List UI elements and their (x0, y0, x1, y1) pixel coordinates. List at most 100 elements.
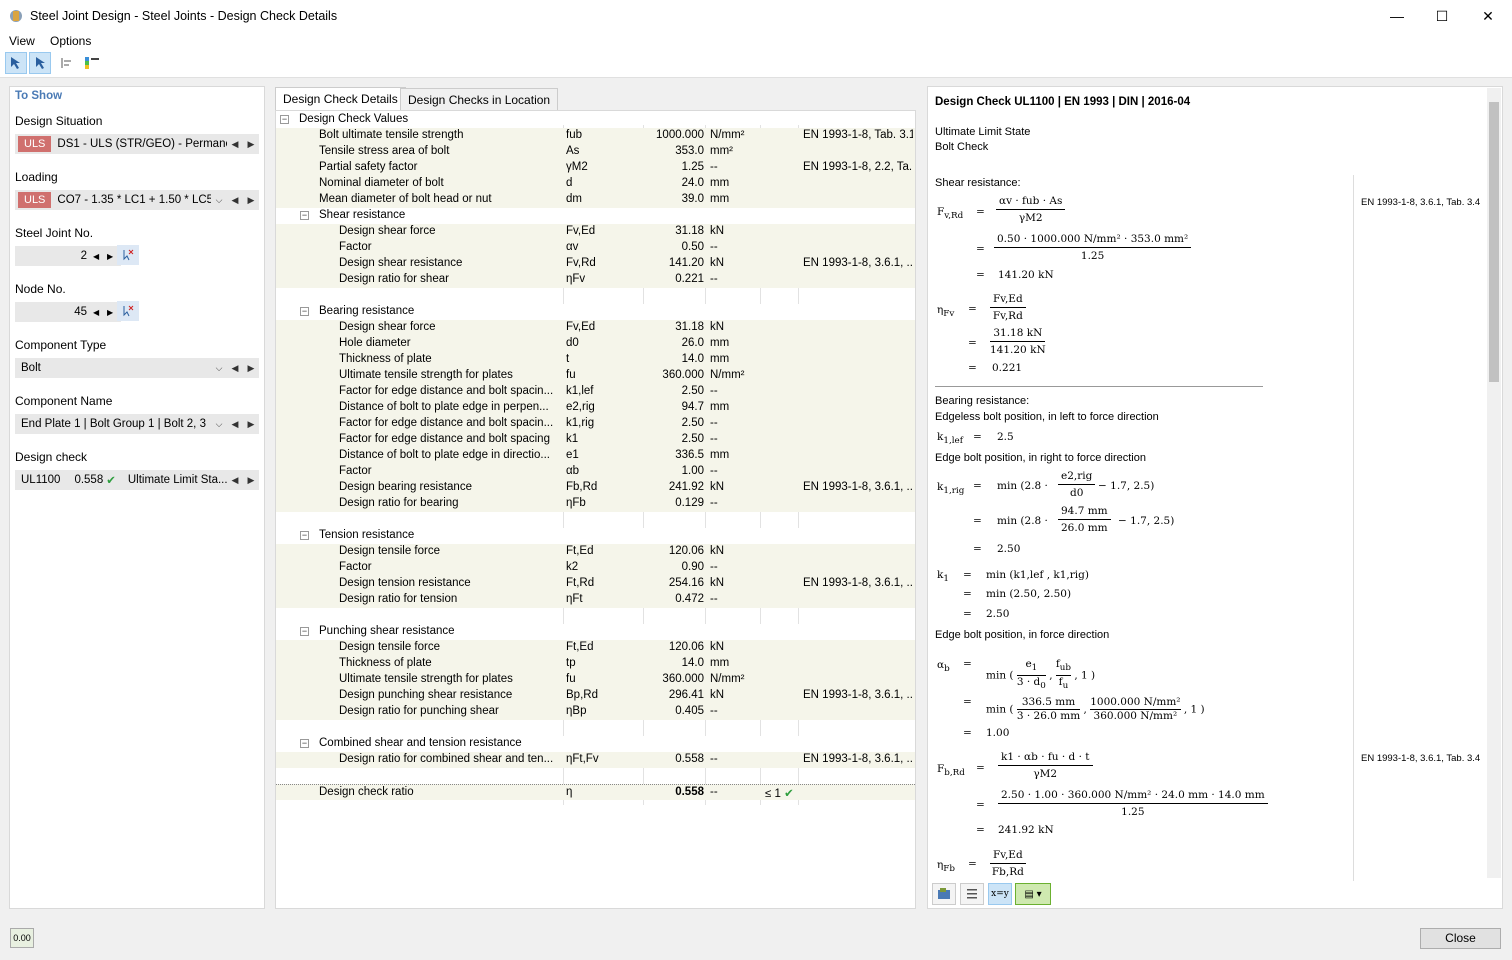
collapse-icon[interactable]: − (300, 739, 309, 748)
window-title: Steel Joint Design - Steel Joints - Desi… (30, 9, 338, 23)
row-reference: EN 1993-1-8, 3.6.1, ... (803, 689, 913, 701)
menu-view[interactable]: View (9, 34, 35, 48)
design-check-select[interactable]: UL1100 0.558 ✔ Ultimate Limit Sta... ◀ ▶ (15, 470, 259, 490)
select-pointer-icon[interactable] (5, 52, 27, 74)
pick-node-icon[interactable] (117, 301, 139, 321)
scrollbar-thumb[interactable] (1489, 102, 1499, 382)
pick-joint-icon[interactable] (117, 245, 139, 265)
close-window-button[interactable]: ✕ (1465, 0, 1511, 32)
table-row[interactable]: Design ratio for punching shear ηBp 0.405-… (276, 704, 915, 720)
equals-sign: = (976, 206, 985, 218)
row-value: 2.50 (681, 433, 704, 445)
table-row[interactable]: Ultimate tensile strength for plates fu 36… (276, 368, 915, 384)
next-arrow-icon[interactable]: ▶ (243, 195, 259, 206)
group-title: Shear resistance (319, 209, 406, 221)
next-arrow-icon[interactable]: ▶ (243, 139, 259, 150)
tab-design-checks-in-location[interactable]: Design Checks in Location (400, 88, 559, 111)
group-header[interactable]: − Punching shear resistance (276, 624, 915, 640)
align-icon[interactable] (55, 52, 77, 74)
formula-view-icon[interactable]: x=y (988, 883, 1012, 905)
group-header[interactable]: − Bearing resistance (276, 304, 915, 320)
next-arrow-icon[interactable]: ▶ (243, 475, 259, 486)
design-check-label: Design check (15, 450, 88, 464)
menu-options[interactable]: Options (50, 34, 91, 48)
row-unit: mm (710, 449, 730, 461)
table-row[interactable]: Factor αv 0.50 -- (276, 240, 915, 256)
minimize-button[interactable]: — (1374, 0, 1420, 32)
collapse-icon[interactable]: − (300, 531, 309, 540)
node-no-spinner[interactable]: 45 ◀ ▶ (15, 302, 121, 322)
collapse-icon[interactable]: − (300, 211, 309, 220)
design-check-ratio-row[interactable]: Design check ratio η 0.558 -- ≤ 1 ✔ (276, 784, 915, 800)
table-row[interactable]: Distance of bolt to plate edge in direct… (276, 448, 915, 464)
prev-arrow-icon[interactable]: ◀ (227, 419, 243, 430)
collapse-icon[interactable]: − (300, 627, 309, 636)
loading-select[interactable]: ULS CO7 - 1.35 * LC1 + 1.50 * LC5... ⌵ ◀… (15, 190, 259, 210)
maximize-button[interactable]: ☐ (1419, 0, 1465, 32)
decimal-places-icon[interactable]: 0.00 (10, 928, 34, 948)
table-row[interactable]: Factor αb 1.00 -- (276, 464, 915, 480)
chevron-down-icon[interactable]: ⌵ (211, 195, 227, 206)
table-row[interactable]: Ultimate tensile strength for plates fu 36… (276, 672, 915, 688)
row-value: 0.472 (675, 593, 704, 605)
select-multi-icon[interactable] (29, 52, 51, 74)
prev-arrow-icon[interactable]: ◀ (227, 363, 243, 374)
table-row[interactable]: Thickness of plate tp 14.0 mm (276, 656, 915, 672)
group-header[interactable]: − Combined shear and tension resistance (276, 736, 915, 752)
prev-arrow-icon[interactable]: ◀ (93, 308, 107, 317)
table-row[interactable]: Design punching shear resistance Bp,Rd 296… (276, 688, 915, 704)
collapse-icon[interactable]: − (300, 307, 309, 316)
chevron-down-icon[interactable]: ⌵ (211, 419, 227, 430)
table-row[interactable]: Design ratio for tension ηFt 0.472 -- (276, 592, 915, 608)
prev-arrow-icon[interactable]: ◀ (227, 475, 243, 486)
next-arrow-icon[interactable]: ▶ (243, 419, 259, 430)
joint-no-spinner[interactable]: 2 ◀ ▶ (15, 246, 121, 266)
table-row[interactable]: Design tensile force Ft,Ed 120.06 kN (276, 544, 915, 560)
table-row[interactable]: Nominal diameter of bolt d 24.0 mm (276, 176, 915, 192)
tree-root[interactable]: − Design Check Values (276, 112, 915, 128)
collapse-icon[interactable]: − (280, 115, 289, 124)
table-row[interactable]: Design ratio for bearing ηFb 0.129 -- (276, 496, 915, 512)
table-row[interactable]: Factor for edge distance and bolt spacin… (276, 384, 915, 400)
table-row[interactable]: Thickness of plate t 14.0 mm (276, 352, 915, 368)
row-name: Thickness of plate (339, 657, 432, 669)
table-row[interactable]: Factor for edge distance and bolt spacin… (276, 432, 915, 448)
fbrd-formula: k1 · αb · fu · d · t γM2 (998, 751, 1093, 780)
chevron-down-icon[interactable]: ⌵ (211, 363, 227, 374)
table-row[interactable]: Hole diameter d0 26.0 mm (276, 336, 915, 352)
table-row[interactable]: Design ratio for combined shear and ten.… (276, 752, 915, 768)
list-view-icon[interactable] (960, 883, 984, 905)
table-row[interactable]: Design shear force Fv,Ed 31.18 kN (276, 320, 915, 336)
details-scrollbar[interactable] (1487, 88, 1501, 878)
prev-arrow-icon[interactable]: ◀ (227, 139, 243, 150)
uls-badge: ULS (18, 192, 52, 208)
table-row[interactable]: Design shear force Fv,Ed 31.18 kN (276, 224, 915, 240)
table-row[interactable]: Mean diameter of bolt head or nut dm 39.0 m… (276, 192, 915, 208)
table-row[interactable]: Factor for edge distance and bolt spacin… (276, 416, 915, 432)
table-row[interactable]: Design shear resistance Fv,Rd 141.20 kN EN 1… (276, 256, 915, 272)
tab-design-check-details[interactable]: Design Check Details (275, 87, 406, 111)
design-situation-select[interactable]: ULS DS1 - ULS (STR/GEO) - Permane... ◀ ▶ (15, 134, 259, 154)
print-report-icon[interactable]: ▤ ▾ (1015, 883, 1051, 905)
next-arrow-icon[interactable]: ▶ (243, 363, 259, 374)
eta-fv-numerator: Fv,Ed (990, 293, 1026, 308)
row-value: 39.0 (681, 193, 704, 205)
color-scale-icon[interactable] (81, 52, 103, 74)
group-header[interactable]: − Tension resistance (276, 528, 915, 544)
table-row[interactable]: Partial safety factor γM2 1.25 -- EN 1993-1-… (276, 160, 915, 176)
table-row[interactable]: Design tensile force Ft,Ed 120.06 kN (276, 640, 915, 656)
group-header[interactable]: − Shear resistance (276, 208, 915, 224)
table-row[interactable]: Design ratio for shear ηFv 0.221 -- (276, 272, 915, 288)
table-row[interactable]: Factor k2 0.90 -- (276, 560, 915, 576)
component-type-select[interactable]: Bolt ⌵ ◀ ▶ (15, 358, 259, 378)
table-row[interactable]: Design bearing resistance Fb,Rd 241.92 kN EN… (276, 480, 915, 496)
prev-arrow-icon[interactable]: ◀ (93, 252, 107, 261)
component-name-select[interactable]: End Plate 1 | Bolt Group 1 | Bolt 2, 3 ⌵… (15, 414, 259, 434)
prev-arrow-icon[interactable]: ◀ (227, 195, 243, 206)
table-row[interactable]: Design tension resistance Ft,Rd 254.16 kN EN… (276, 576, 915, 592)
table-row[interactable]: Tensile stress area of bolt As 353.0 mm² (276, 144, 915, 160)
close-button[interactable]: Close (1420, 928, 1501, 949)
table-row[interactable]: Bolt ultimate tensile strength fub 1000.00… (276, 128, 915, 144)
image-export-icon[interactable] (932, 883, 956, 905)
table-row[interactable]: Distance of bolt to plate edge in perpen… (276, 400, 915, 416)
